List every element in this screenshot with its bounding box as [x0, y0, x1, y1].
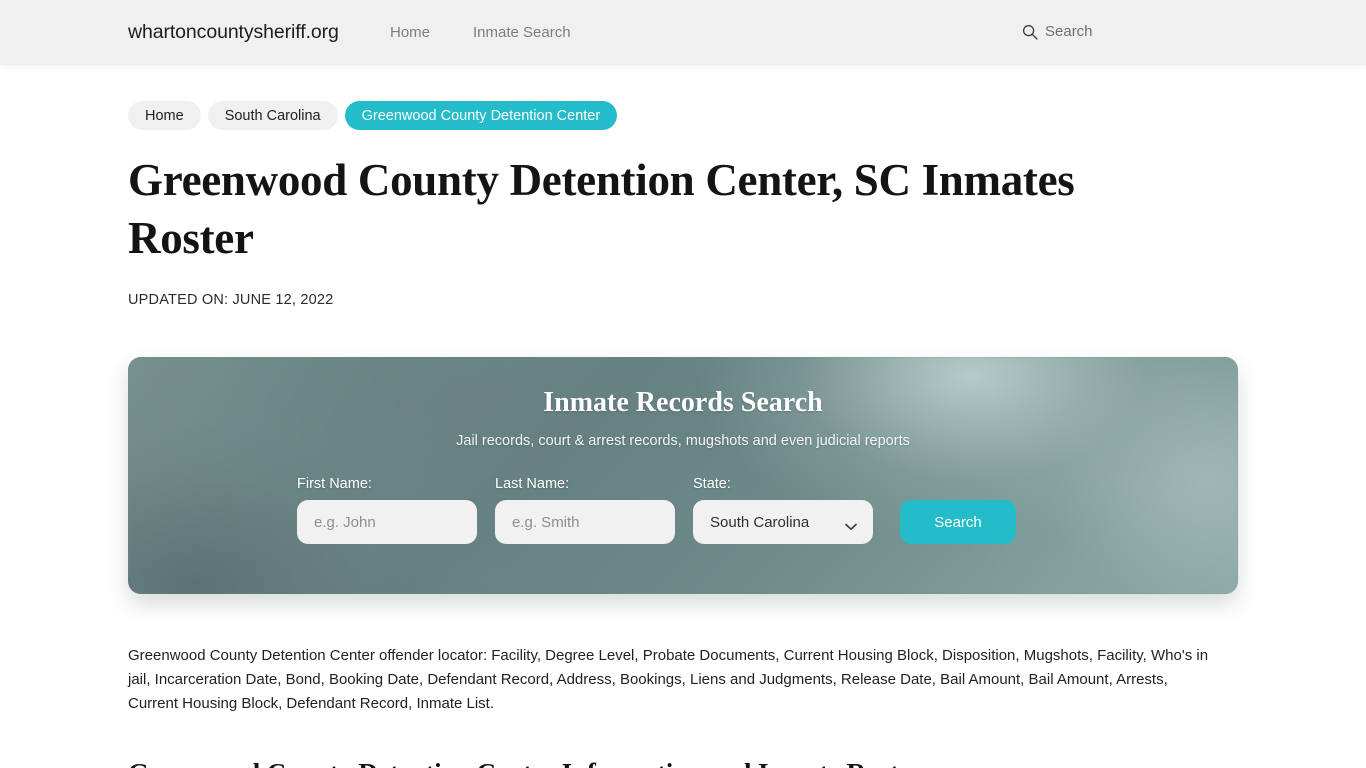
inmate-records-search-panel: Inmate Records Search Jail records, cour…: [128, 357, 1238, 594]
header-search-label: Search: [1045, 23, 1093, 40]
nav-item-home[interactable]: Home: [390, 24, 430, 41]
page-body: Home South Carolina Greenwood County Det…: [0, 101, 1366, 768]
panel-title: Inmate Records Search: [543, 387, 823, 418]
breadcrumb: Home South Carolina Greenwood County Det…: [128, 101, 1238, 130]
state-select-wrapper: South Carolina: [693, 500, 873, 544]
site-brand[interactable]: whartoncountysheriff.org: [128, 21, 339, 44]
inmate-search-form: First Name: Last Name: State: South Caro…: [128, 476, 1238, 544]
panel-content: Inmate Records Search Jail records, cour…: [128, 357, 1238, 594]
first-name-label: First Name:: [297, 476, 372, 492]
breadcrumb-item-home[interactable]: Home: [128, 101, 201, 130]
last-name-field-group: Last Name:: [495, 476, 675, 544]
panel-subtitle: Jail records, court & arrest records, mu…: [456, 433, 910, 449]
first-name-input[interactable]: [297, 500, 477, 544]
primary-nav: Home Inmate Search: [390, 24, 571, 41]
updated-on-text: UPDATED ON: JUNE 12, 2022: [128, 292, 334, 308]
breadcrumb-item-greenwood-county-detention-center[interactable]: Greenwood County Detention Center: [344, 101, 618, 130]
last-name-label: Last Name:: [495, 476, 570, 492]
search-submit-button[interactable]: Search: [900, 500, 1016, 544]
search-icon: [1022, 24, 1038, 40]
content-container: Home South Carolina Greenwood County Det…: [128, 101, 1238, 768]
header-search-button[interactable]: Search: [1022, 23, 1093, 40]
breadcrumb-item-south-carolina[interactable]: South Carolina: [207, 101, 338, 130]
offender-locator-paragraph: Greenwood County Detention Center offend…: [128, 647, 1209, 712]
last-name-input[interactable]: [495, 500, 675, 544]
state-field-group: State: South Carolina: [693, 476, 873, 544]
state-label: State:: [693, 476, 731, 492]
state-select[interactable]: South Carolina: [693, 500, 873, 544]
first-name-field-group: First Name:: [297, 476, 477, 544]
section-heading-information-roster: Greenwood County Detention Center Inform…: [128, 758, 1238, 768]
page-title: Greenwood County Detention Center, SC In…: [128, 155, 1075, 263]
site-header: whartoncountysheriff.org Home Inmate Sea…: [0, 0, 1366, 65]
nav-item-inmate-search[interactable]: Inmate Search: [473, 24, 571, 41]
